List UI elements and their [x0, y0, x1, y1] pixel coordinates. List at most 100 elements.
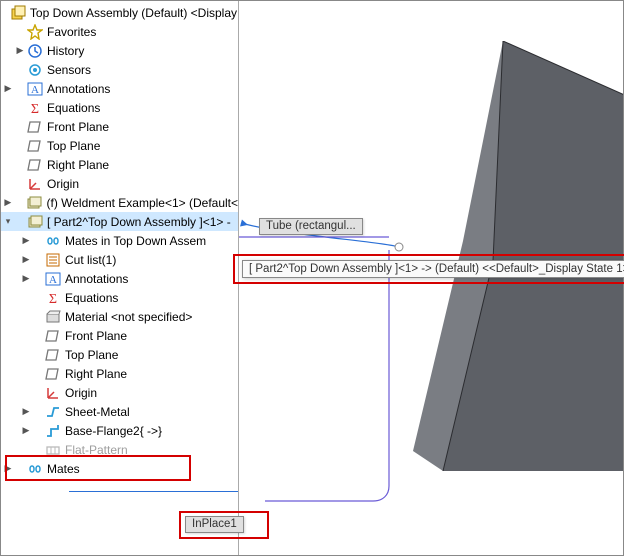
- tree-item-label: Top Plane: [65, 348, 118, 362]
- tree-item-label: Mates: [47, 462, 80, 476]
- svg-text:A: A: [49, 274, 57, 286]
- tree-item-label: Origin: [47, 177, 79, 191]
- tree-item-top-plane-2[interactable]: ▶ Top Plane: [1, 345, 238, 364]
- tree-item-material[interactable]: ▶ Material <not specified>: [1, 307, 238, 326]
- tree-item-label: Front Plane: [47, 120, 109, 134]
- app-root: ▶ Top Down Assembly (Default) <Display S…: [0, 0, 624, 556]
- tree-item-origin-2[interactable]: ▶ Origin: [1, 383, 238, 402]
- tree-item-part2-assembly[interactable]: ▾ ▶ [ Part2^Top Down Assembly ]<1> -: [1, 212, 238, 231]
- feature-tree-panel[interactable]: ▶ Top Down Assembly (Default) <Display S…: [1, 1, 239, 555]
- collapse-icon[interactable]: ▾: [3, 217, 13, 227]
- tree-item-label: Origin: [65, 386, 97, 400]
- history-icon: [27, 43, 43, 59]
- tree-item-annotations-2[interactable]: ▶ ▶ A Annotations: [1, 269, 238, 288]
- feature-tree: ▶ Top Down Assembly (Default) <Display S…: [1, 1, 238, 478]
- tree-item-label: Equations: [47, 101, 100, 115]
- model-solid: [403, 41, 623, 471]
- callout-label: Tube (rectangul...: [266, 220, 356, 232]
- tree-item-label: Material <not specified>: [65, 310, 192, 324]
- plane-icon: [45, 328, 61, 344]
- assembly-icon: [10, 5, 26, 21]
- svg-text:Σ: Σ: [31, 102, 39, 116]
- plane-icon: [27, 119, 43, 135]
- tree-item-label: Sheet-Metal: [65, 405, 130, 419]
- tree-item-label: Front Plane: [65, 329, 127, 343]
- expand-icon[interactable]: ▶: [3, 198, 13, 208]
- tree-item-label: Base-Flange2{ ->}: [65, 424, 162, 438]
- tree-item-flat-pattern[interactable]: ▶ Flat-Pattern: [1, 440, 238, 459]
- sheetmetal-icon: [45, 404, 61, 420]
- tree-item-label: Top Plane: [47, 139, 100, 153]
- mates-icon: [45, 233, 61, 249]
- tree-item-label: Annotations: [47, 82, 110, 96]
- tooltip-part2: [ Part2^Top Down Assembly ]<1> -> (Defau…: [242, 260, 624, 278]
- equations-icon: Σ: [45, 290, 61, 306]
- tree-item-label: Right Plane: [65, 367, 127, 381]
- tooltip-text: [ Part2^Top Down Assembly ]<1> -> (Defau…: [249, 263, 624, 275]
- tree-item-cutlist[interactable]: ▶ ▶ Cut list(1): [1, 250, 238, 269]
- tree-root-label: Top Down Assembly (Default) <Display S: [30, 6, 239, 20]
- expand-icon[interactable]: ▶: [15, 46, 25, 56]
- tree-item-label: Cut list(1): [65, 253, 116, 267]
- svg-text:Σ: Σ: [49, 292, 57, 306]
- tree-item-favorites[interactable]: ▶ Favorites: [1, 22, 238, 41]
- expand-icon[interactable]: ▶: [21, 255, 31, 265]
- tree-item-front-plane[interactable]: ▶ Front Plane: [1, 117, 238, 136]
- callout-tube[interactable]: Tube (rectangul...: [259, 218, 363, 235]
- svg-text:A: A: [31, 84, 39, 96]
- tree-item-label: Flat-Pattern: [65, 443, 128, 457]
- tree-item-label: Right Plane: [47, 158, 109, 172]
- tree-item-label: Mates in Top Down Assem: [65, 234, 206, 248]
- cutlist-icon: [45, 252, 61, 268]
- tree-item-top-plane[interactable]: ▶ Top Plane: [1, 136, 238, 155]
- part-icon: [26, 195, 42, 211]
- tree-item-label: Favorites: [47, 25, 96, 39]
- tree-item-label: (f) Weldment Example<1> (Default<: [46, 196, 238, 210]
- origin-icon: [27, 176, 43, 192]
- expand-icon[interactable]: ▶: [21, 426, 31, 436]
- equations-icon: Σ: [27, 100, 43, 116]
- tree-root[interactable]: ▶ Top Down Assembly (Default) <Display S: [1, 3, 238, 22]
- callout-inplace[interactable]: InPlace1: [185, 516, 244, 533]
- annotations-icon: A: [27, 81, 43, 97]
- tree-item-base-flange[interactable]: ▶ ▶ Base-Flange2{ ->}: [1, 421, 238, 440]
- tree-item-sensors[interactable]: ▶ Sensors: [1, 60, 238, 79]
- plane-icon: [27, 138, 43, 154]
- tree-item-right-plane-2[interactable]: ▶ Right Plane: [1, 364, 238, 383]
- sensor-icon: [27, 62, 43, 78]
- graphics-viewport[interactable]: [239, 1, 623, 555]
- plane-icon: [45, 366, 61, 382]
- tree-item-annotations[interactable]: ▶ ▶ A Annotations: [1, 79, 238, 98]
- tree-item-equations[interactable]: ▶ Σ Equations: [1, 98, 238, 117]
- tree-item-label: Sensors: [47, 63, 91, 77]
- tree-item-history[interactable]: ▶ History: [1, 41, 238, 60]
- tree-item-label: Equations: [65, 291, 118, 305]
- tree-item-front-plane-2[interactable]: ▶ Front Plane: [1, 326, 238, 345]
- plane-icon: [27, 157, 43, 173]
- tree-item-label: History: [47, 44, 84, 58]
- mates-connector-line: [69, 491, 239, 492]
- expand-icon[interactable]: ▶: [21, 407, 31, 417]
- tree-item-right-plane[interactable]: ▶ Right Plane: [1, 155, 238, 174]
- tree-item-equations-2[interactable]: ▶ Σ Equations: [1, 288, 238, 307]
- flatpattern-icon: [45, 442, 61, 458]
- tree-item-mates[interactable]: ▶ ▶ Mates: [1, 459, 238, 478]
- tree-item-sheet-metal[interactable]: ▶ ▶ Sheet-Metal: [1, 402, 238, 421]
- expand-icon[interactable]: ▶: [3, 464, 13, 474]
- star-icon: [27, 24, 43, 40]
- expand-icon[interactable]: ▶: [21, 274, 31, 284]
- callout-label: InPlace1: [192, 518, 237, 530]
- origin-icon: [45, 385, 61, 401]
- matesclip-icon: [27, 461, 43, 477]
- expand-icon[interactable]: ▶: [3, 84, 13, 94]
- tree-item-label: [ Part2^Top Down Assembly ]<1> -: [47, 215, 231, 229]
- annotations-icon: A: [45, 271, 61, 287]
- expand-icon[interactable]: ▶: [21, 236, 31, 246]
- part-icon: [27, 214, 43, 230]
- tree-item-mates-in-assembly[interactable]: ▶ ▶ Mates in Top Down Assem: [1, 231, 238, 250]
- tree-item-weldment[interactable]: ▶ ▶ (f) Weldment Example<1> (Default<: [1, 193, 238, 212]
- tree-item-origin[interactable]: ▶ Origin: [1, 174, 238, 193]
- material-icon: [45, 309, 61, 325]
- flange-icon: [45, 423, 61, 439]
- tree-item-label: Annotations: [65, 272, 128, 286]
